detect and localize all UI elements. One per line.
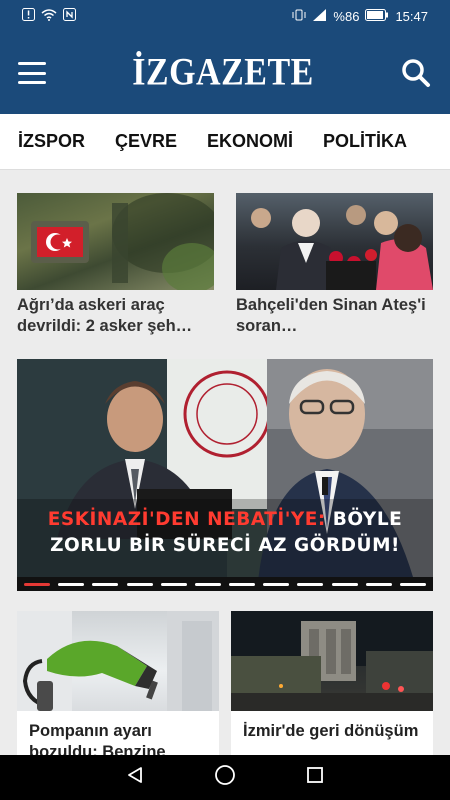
news-card[interactable]: Ağrı’da askeri araç devrildi: 2 asker şe… — [17, 193, 214, 337]
news-thumbnail — [236, 193, 433, 290]
news-card[interactable]: İzmir'de geri dönüşüm — [231, 611, 433, 755]
tab-ekonomi[interactable]: EKONOMİ — [207, 131, 293, 152]
slider-dot[interactable] — [160, 582, 187, 586]
recents-square-icon[interactable] — [305, 765, 325, 790]
slider-dot[interactable] — [297, 582, 324, 586]
system-nav-bar — [0, 755, 450, 800]
slider-image — [17, 359, 433, 591]
search-icon[interactable] — [400, 57, 432, 89]
status-left — [22, 8, 76, 24]
status-bar: %86 15:47 — [0, 0, 450, 32]
slider-pagination — [17, 577, 433, 591]
slider-dot[interactable] — [229, 582, 256, 586]
back-triangle-icon[interactable] — [125, 765, 145, 790]
nfc-icon — [63, 8, 76, 24]
slider-headline-line2: ZORLU BİR SÜRECİ AZ GÖRDÜM! — [50, 535, 400, 556]
slider-dot[interactable] — [365, 582, 392, 586]
tab-politika[interactable]: POLİTİKA — [323, 131, 407, 152]
slider-headline-rest: BÖYLE — [332, 509, 403, 530]
alert-icon — [22, 8, 35, 24]
slider-headline-line1: ESKİNAZİ'DEN NEBATİ'YE: BÖYLE — [17, 509, 433, 530]
vibrate-icon — [291, 9, 307, 24]
news-title: Bahçeli'den Sinan Ateş'i soran… — [236, 296, 426, 335]
news-title: Pompanın ayarı bozuldu: Benzine — [29, 722, 166, 755]
home-circle-icon[interactable] — [214, 764, 236, 791]
news-card[interactable]: Bahçeli'den Sinan Ateş'i soran… — [236, 193, 433, 337]
news-thumbnail — [17, 193, 214, 290]
news-title: Ağrı’da askeri araç devrildi: 2 asker şe… — [17, 296, 193, 335]
battery-percent: %86 — [333, 8, 360, 24]
news-title: İzmir'de geri dönüşüm — [243, 722, 419, 740]
slider-dot[interactable] — [194, 582, 221, 586]
app-logo[interactable]: İZGAZETE — [132, 51, 314, 95]
slider-dot[interactable] — [331, 582, 358, 586]
slider-dot[interactable] — [126, 582, 153, 586]
news-feed: Ağrı’da askeri araç devrildi: 2 asker şe… — [0, 170, 450, 755]
signal-icon — [313, 8, 327, 24]
news-card[interactable]: Pompanın ayarı bozuldu: Benzine — [17, 611, 219, 755]
tab-cevre[interactable]: ÇEVRE — [115, 131, 177, 152]
clock: 15:47 — [395, 8, 428, 24]
slider-dot[interactable] — [263, 582, 290, 586]
category-tabs: İZSPOR ÇEVRE EKONOMİ POLİTİKA — [0, 114, 450, 170]
app-bar: İZGAZETE — [0, 32, 450, 114]
slider-dot[interactable] — [399, 582, 426, 586]
tab-izspor[interactable]: İZSPOR — [18, 131, 85, 152]
news-thumbnail — [17, 611, 219, 711]
wifi-icon — [41, 8, 57, 24]
news-thumbnail — [231, 611, 433, 711]
slider-dot[interactable] — [58, 582, 85, 586]
slider-dot[interactable] — [92, 582, 119, 586]
slider-dot[interactable] — [24, 582, 50, 586]
hamburger-menu-icon[interactable] — [18, 62, 46, 84]
slider-headline-accent: ESKİNAZİ'DEN NEBATİ'YE: — [47, 509, 326, 530]
status-right: %86 15:47 — [291, 8, 428, 24]
battery-icon — [365, 8, 389, 24]
headline-slider[interactable]: ESKİNAZİ'DEN NEBATİ'YE: BÖYLE ZORLU BİR … — [17, 359, 433, 591]
